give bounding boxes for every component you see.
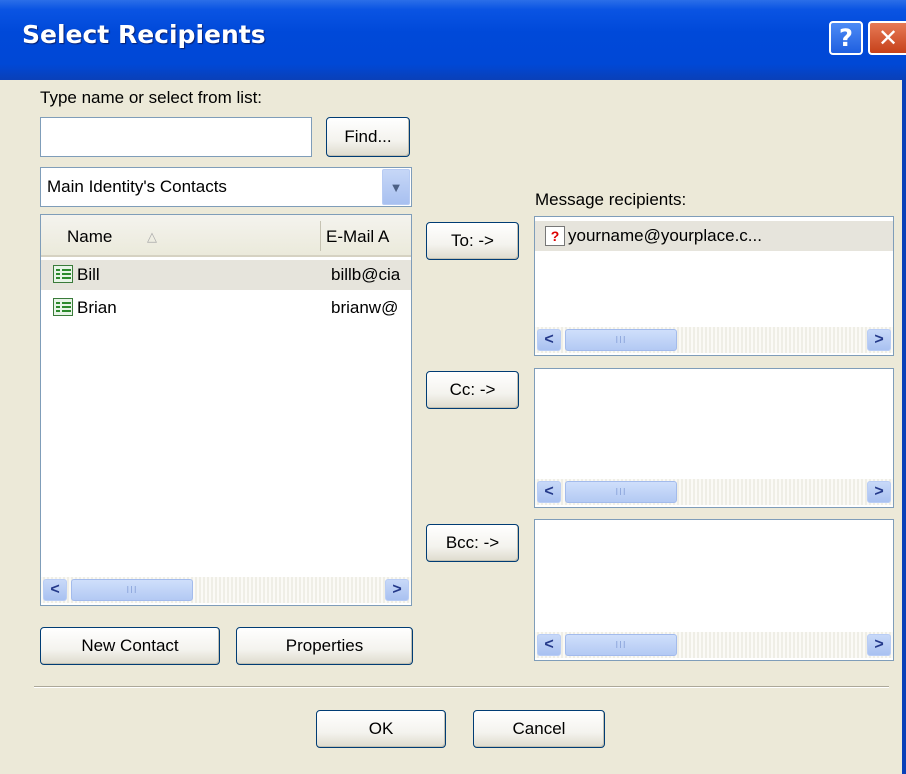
scrollbar-thumb[interactable]: III xyxy=(565,634,677,656)
address-book-select[interactable]: Main Identity's Contacts ▼ xyxy=(40,167,412,207)
scroll-left-icon[interactable]: < xyxy=(537,481,561,503)
properties-button[interactable]: Properties xyxy=(236,627,413,665)
sort-ascending-icon: △ xyxy=(147,229,157,244)
contacts-list[interactable]: Name △ E-Mail A Bill billb@cia Brian bri… xyxy=(40,214,412,606)
scroll-right-icon[interactable]: > xyxy=(867,329,891,351)
scroll-left-icon[interactable]: < xyxy=(537,329,561,351)
scroll-left-icon[interactable]: < xyxy=(43,579,67,601)
search-label: Type name or select from list: xyxy=(40,88,263,107)
ok-button[interactable]: OK xyxy=(316,710,446,748)
bcc-button[interactable]: Bcc: -> xyxy=(426,524,519,562)
to-horizontal-scrollbar[interactable]: < III > xyxy=(535,327,893,353)
unresolved-contact-icon: ? xyxy=(545,226,565,246)
chevron-down-icon[interactable]: ▼ xyxy=(382,169,410,205)
search-input[interactable] xyxy=(40,117,312,157)
message-recipients-label: Message recipients: xyxy=(535,190,687,209)
scroll-right-icon[interactable]: > xyxy=(867,634,891,656)
contact-row[interactable]: Brian brianw@ xyxy=(41,293,411,323)
scroll-right-icon[interactable]: > xyxy=(867,481,891,503)
scroll-left-icon[interactable]: < xyxy=(537,634,561,656)
contacts-horizontal-scrollbar[interactable]: < III > xyxy=(41,577,411,603)
contact-row[interactable]: Bill billb@cia xyxy=(41,260,411,290)
column-divider[interactable] xyxy=(320,221,321,251)
scrollbar-thumb[interactable]: III xyxy=(71,579,193,601)
column-header-name[interactable]: Name xyxy=(67,227,112,247)
close-button[interactable]: ✕ xyxy=(868,21,906,55)
cc-button[interactable]: Cc: -> xyxy=(426,371,519,409)
title-bar: Select Recipients ? ✕ xyxy=(0,0,906,80)
contact-email: billb@cia xyxy=(331,265,401,284)
scroll-right-icon[interactable]: > xyxy=(385,579,409,601)
to-button[interactable]: To: -> xyxy=(426,222,519,260)
help-button[interactable]: ? xyxy=(829,21,863,55)
dialog-title: Select Recipients xyxy=(22,20,266,49)
cc-horizontal-scrollbar[interactable]: < III > xyxy=(535,479,893,505)
contacts-header: Name △ E-Mail A xyxy=(41,215,411,257)
address-book-value: Main Identity's Contacts xyxy=(47,177,227,196)
recipient-address: yourname@yourplace.c... xyxy=(568,226,762,245)
bcc-recipients-list[interactable]: < III > xyxy=(534,519,894,661)
cancel-button[interactable]: Cancel xyxy=(473,710,605,748)
help-icon: ? xyxy=(839,24,853,52)
contact-name: Bill xyxy=(77,265,100,284)
column-header-email[interactable]: E-Mail A xyxy=(326,227,389,247)
scrollbar-thumb[interactable]: III xyxy=(565,481,677,503)
footer-divider xyxy=(34,686,889,688)
to-recipients-list[interactable]: ? yourname@yourplace.c... < III > xyxy=(534,216,894,356)
contact-email: brianw@ xyxy=(331,298,399,317)
new-contact-button[interactable]: New Contact xyxy=(40,627,220,665)
contact-card-icon xyxy=(53,298,73,316)
contact-name: Brian xyxy=(77,298,117,317)
window-border xyxy=(902,80,906,774)
recipient-row[interactable]: ? yourname@yourplace.c... xyxy=(535,221,893,251)
cc-recipients-list[interactable]: < III > xyxy=(534,368,894,508)
bcc-horizontal-scrollbar[interactable]: < III > xyxy=(535,632,893,658)
find-button[interactable]: Find... xyxy=(326,117,410,157)
contact-card-icon xyxy=(53,265,73,283)
close-icon: ✕ xyxy=(877,24,899,52)
scrollbar-thumb[interactable]: III xyxy=(565,329,677,351)
